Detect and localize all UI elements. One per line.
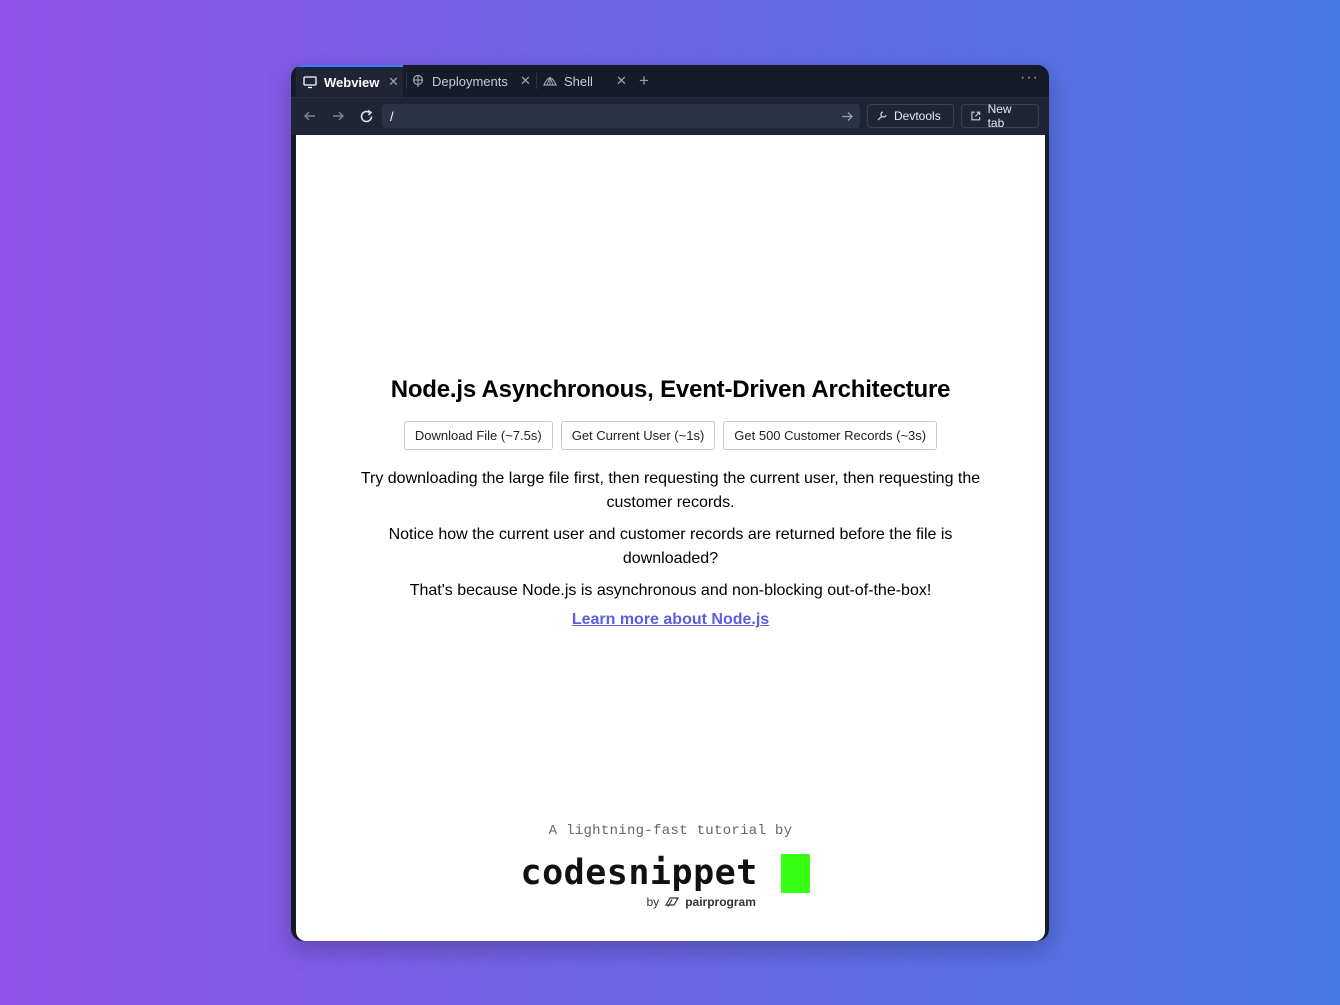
back-arrow-icon[interactable] (300, 106, 320, 126)
get-customer-records-button[interactable]: Get 500 Customer Records (~3s) (723, 421, 938, 450)
go-arrow-icon[interactable] (838, 107, 856, 125)
tagline: A lightning-fast tutorial by (548, 823, 793, 839)
tab-deployments[interactable]: Deployments ✕ (411, 65, 531, 97)
tab-divider (536, 73, 537, 89)
tab-label: Deployments (432, 73, 508, 89)
tab-label: Shell (564, 73, 593, 89)
notice-paragraph: Notice how the current user and customer… (388, 526, 953, 567)
close-tab-icon[interactable]: ✕ (520, 73, 531, 89)
tab-divider (406, 73, 407, 89)
logo-text: codesnippet (520, 853, 758, 893)
main-content: Node.js Asynchronous, Event-Driven Archi… (296, 373, 1045, 629)
explanation-paragraph: That's because Node.js is asynchronous a… (409, 582, 932, 599)
devtools-label: Devtools (894, 109, 941, 123)
tab-webview[interactable]: Webview ✕ (296, 65, 403, 97)
download-file-button[interactable]: Download File (~7.5s) (403, 421, 553, 450)
by-label: by (646, 895, 660, 909)
new-tab-label: New tab (987, 102, 1012, 130)
url-input[interactable] (390, 107, 820, 125)
forward-arrow-icon[interactable] (328, 106, 348, 126)
devtools-button[interactable]: Devtools (867, 104, 954, 128)
page-title: Node.js Asynchronous, Event-Driven Archi… (390, 376, 951, 403)
pairprogram-icon (665, 897, 680, 907)
wrench-icon (877, 111, 887, 121)
new-tab-plus-icon[interactable]: + (639, 71, 649, 91)
instruction-paragraph: Try downloading the large file first, th… (360, 470, 981, 511)
new-tab-button[interactable]: New tab (961, 102, 1039, 130)
url-bar[interactable] (382, 104, 860, 128)
footer: A lightning-fast tutorial by codesnippet… (296, 823, 1045, 909)
close-tab-icon[interactable]: ✕ (616, 73, 627, 89)
learn-more-link[interactable]: Learn more about Node.js (572, 611, 769, 629)
tab-bar: Webview ✕ Deployments ✕ Shell ✕ + ··· (291, 65, 1049, 97)
more-options-icon[interactable]: ··· (1020, 69, 1039, 87)
ide-window: Webview ✕ Deployments ✕ Shell ✕ + ··· / … (291, 65, 1049, 941)
monitor-icon (303, 75, 317, 89)
brand-name: pairprogram (685, 895, 756, 909)
byline: by pairprogram (647, 895, 756, 909)
deployments-icon (411, 74, 425, 88)
codesnippet-logo[interactable]: codesnippet by pairprogram (521, 845, 821, 909)
cursor-block (780, 854, 810, 893)
nav-bar: Devtools New tab (291, 97, 1049, 135)
tab-shell[interactable]: Shell ✕ (543, 65, 628, 97)
get-current-user-button[interactable]: Get Current User (~1s) (560, 421, 716, 450)
shell-icon (543, 74, 557, 88)
external-link-icon (971, 111, 981, 121)
close-tab-icon[interactable]: ✕ (388, 74, 399, 90)
webview-panel: Node.js Asynchronous, Event-Driven Archi… (296, 135, 1045, 941)
tab-label: Webview (324, 74, 380, 90)
action-buttons: Download File (~7.5s) Get Current User (… (296, 421, 1045, 450)
reload-icon[interactable] (356, 106, 376, 126)
